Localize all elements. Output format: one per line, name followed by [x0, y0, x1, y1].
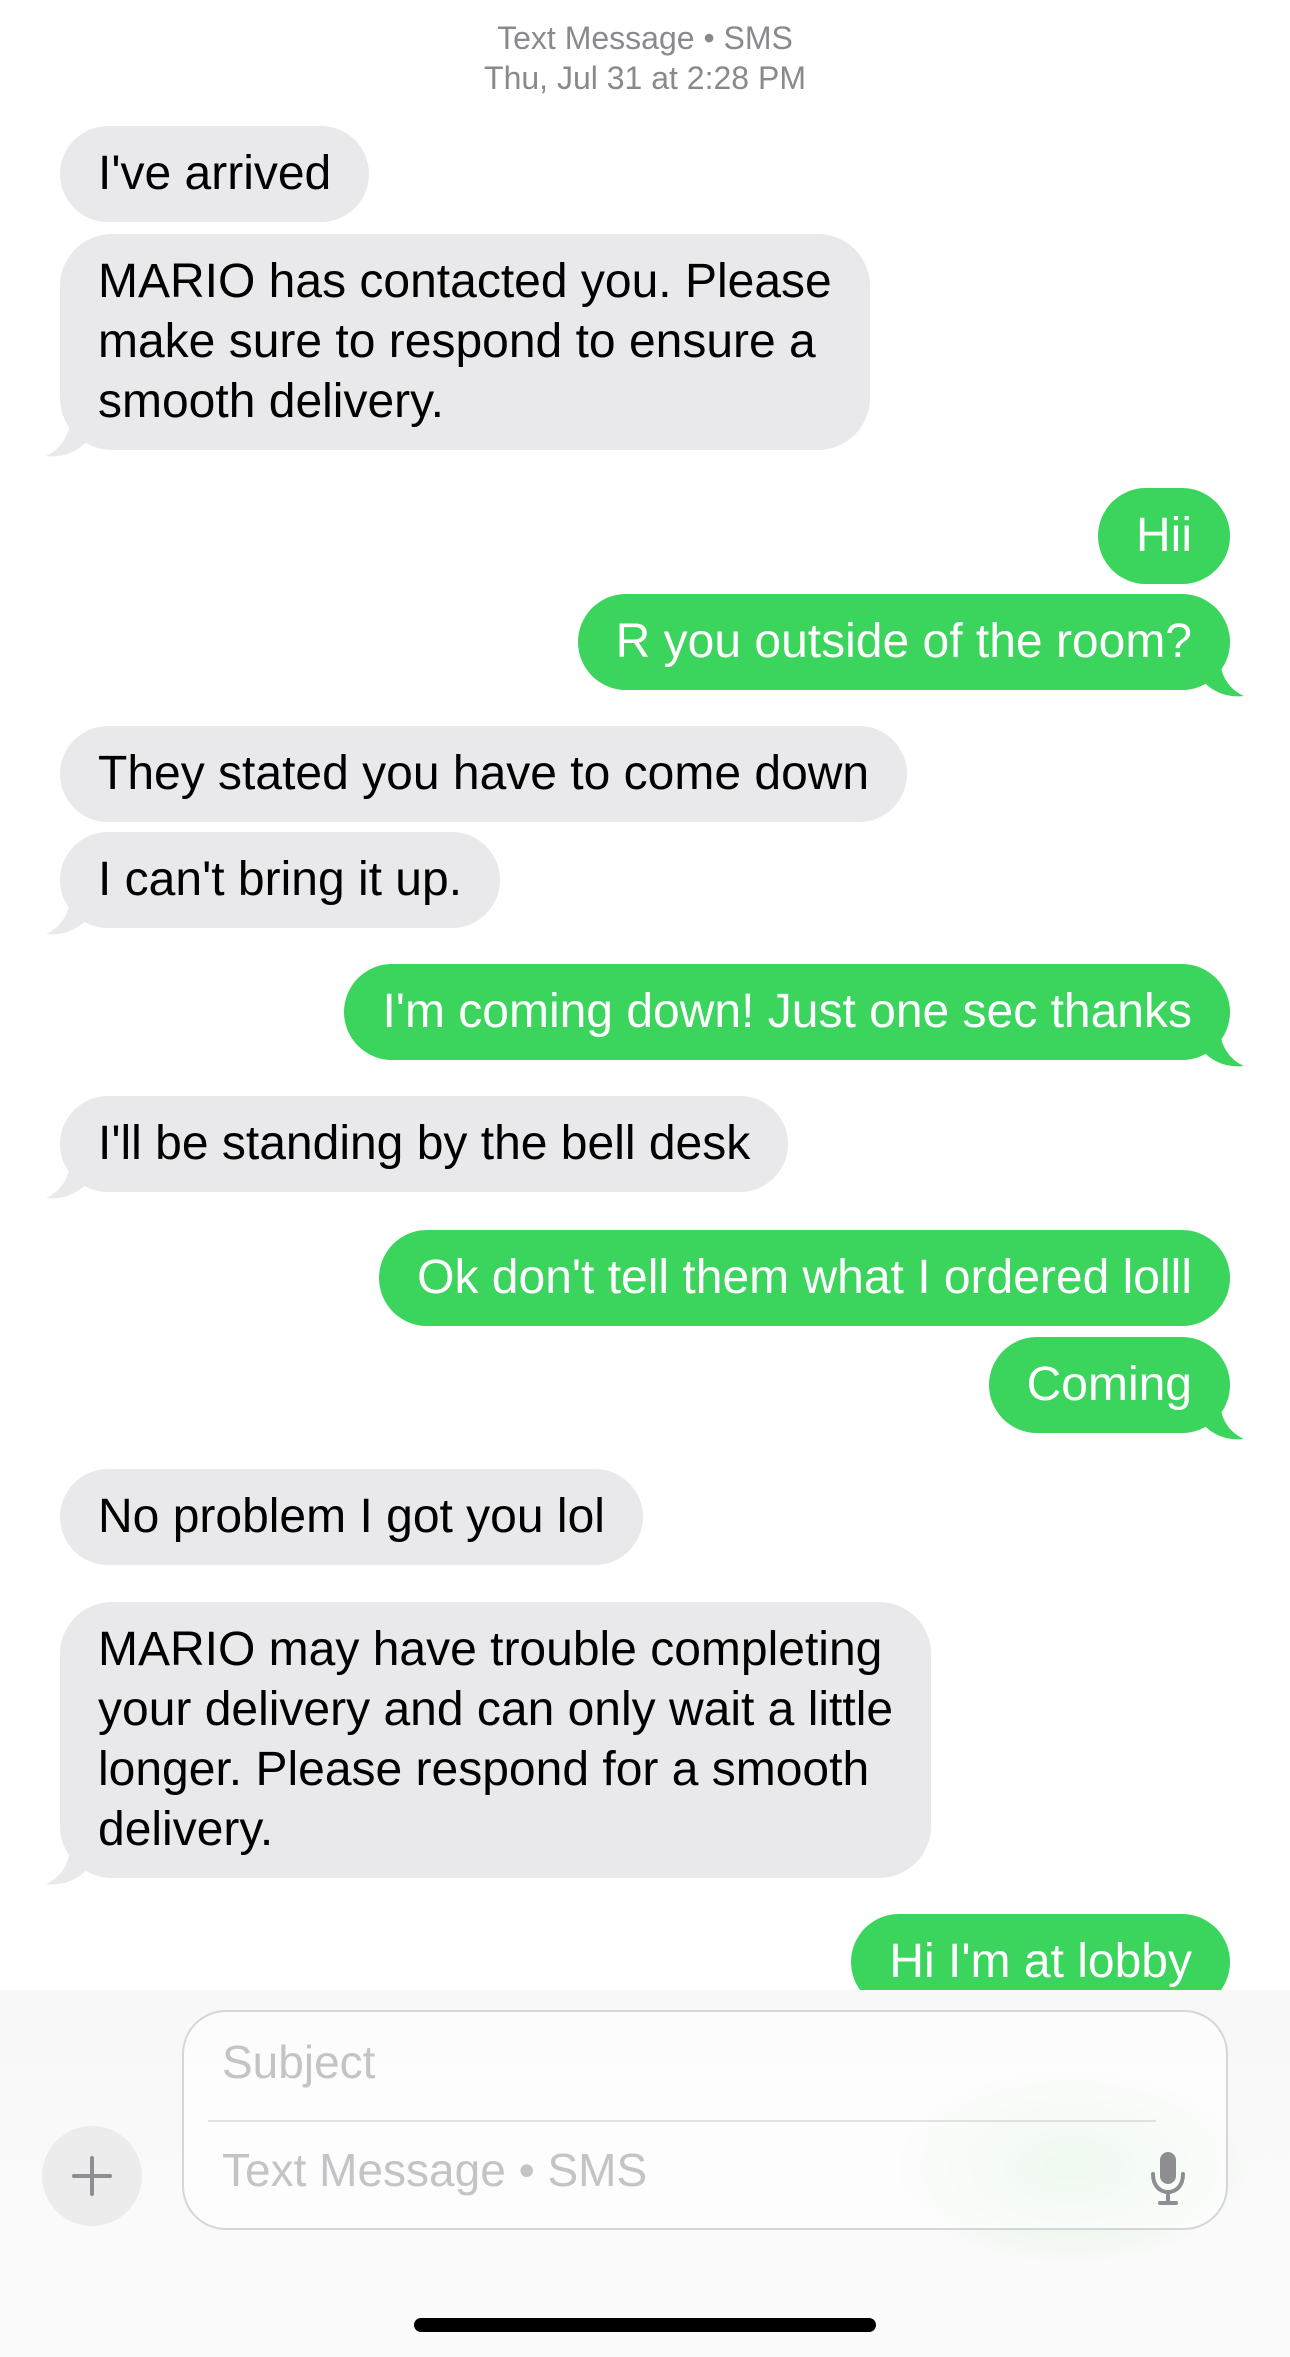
message-bubble-outgoing[interactable]: Ok don't tell them what I ordered lolll — [379, 1230, 1230, 1326]
message-bubble-incoming[interactable]: No problem I got you lol — [60, 1469, 643, 1565]
composer-divider — [208, 2120, 1156, 2122]
bubble-tail-outgoing — [1202, 658, 1244, 697]
timestamp: Thu, Jul 31 at 2:28 PM — [484, 60, 806, 96]
message-bubble-outgoing[interactable]: Coming — [988, 1337, 1230, 1433]
service-label: Text Message • SMS — [497, 20, 793, 56]
bubble-tail-incoming — [46, 1846, 88, 1885]
messages-screen: Text Message • SMS Thu, Jul 31 at 2:28 P… — [0, 0, 1290, 2357]
subject-field[interactable]: Subject — [222, 2032, 375, 2092]
message-bubble-incoming[interactable]: MARIO may have trouble completing your d… — [60, 1602, 932, 1878]
message-bubble-outgoing[interactable]: Hii — [1098, 488, 1230, 584]
microphone-icon[interactable] — [1148, 2148, 1188, 2208]
message-bubble-incoming[interactable]: I've arrived — [60, 126, 370, 222]
message-bubble-outgoing[interactable]: R you outside of the room? — [577, 594, 1230, 690]
bubble-tail-outgoing — [1202, 1401, 1244, 1440]
message-composer[interactable]: Subject Text Message • SMS — [182, 2010, 1228, 2230]
message-bubble-incoming[interactable]: MARIO has contacted you. Please make sur… — [60, 234, 870, 450]
bubble-tail-incoming — [46, 418, 88, 457]
add-attachment-button[interactable] — [42, 2126, 142, 2226]
bubble-tail-outgoing — [1202, 1028, 1244, 1067]
message-bubble-incoming[interactable]: They stated you have to come down — [60, 726, 908, 822]
message-input[interactable]: Text Message • SMS — [222, 2140, 647, 2200]
home-indicator[interactable] — [414, 2318, 876, 2332]
bubble-tail-incoming — [46, 896, 88, 935]
bubble-tail-incoming — [46, 1160, 88, 1199]
message-bubble-incoming[interactable]: I'll be standing by the bell desk — [60, 1096, 789, 1192]
message-bubble-incoming[interactable]: I can't bring it up. — [60, 832, 501, 928]
conversation-header: Text Message • SMS Thu, Jul 31 at 2:28 P… — [0, 18, 1290, 98]
message-bubble-outgoing[interactable]: I'm coming down! Just one sec thanks — [344, 964, 1230, 1060]
